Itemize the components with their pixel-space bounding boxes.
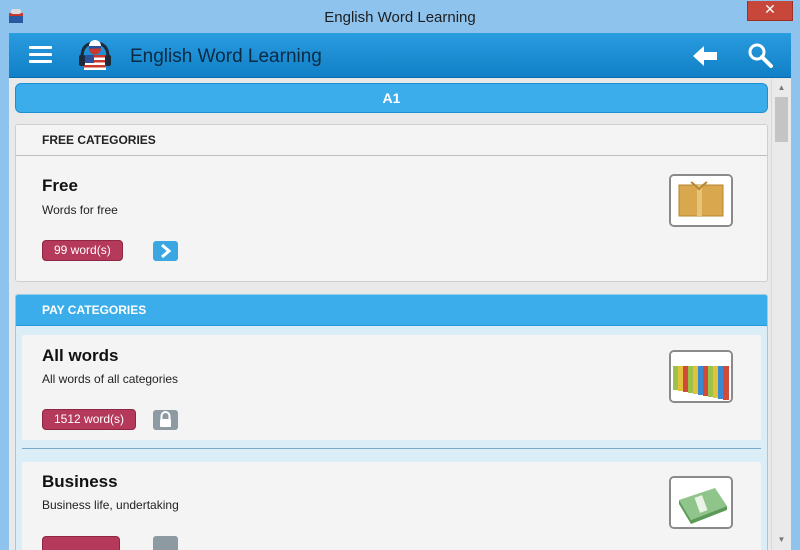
word-count-badge: 1512 word(s) (42, 409, 137, 430)
books-icon (669, 350, 733, 403)
window-close-button[interactable]: ✕ (747, 1, 793, 21)
scroll-down-arrow-icon[interactable]: ▼ (772, 534, 791, 546)
app-title: English Word Learning (130, 46, 322, 67)
scroll-up-arrow-icon[interactable]: ▲ (772, 82, 791, 94)
category-card-business[interactable]: Business Business life, undertaking (22, 462, 761, 550)
scrollbar-thumb[interactable] (775, 97, 788, 142)
category-name: Free (42, 176, 78, 195)
pay-categories-section: PAY CATEGORIES All words All words of al… (15, 294, 768, 550)
free-categories-section: FREE CATEGORIES Free Words for free 99 w… (15, 124, 768, 282)
window-title: English Word Learning (324, 9, 476, 26)
arrow-right-icon[interactable] (153, 241, 178, 261)
category-list: A1 FREE CATEGORIES Free Words for free 9… (9, 79, 769, 550)
gift-box-icon (669, 174, 733, 227)
app-bar: English Word Learning (9, 33, 791, 78)
vertical-scrollbar[interactable]: ▲ ▼ (771, 79, 791, 550)
word-count-badge (42, 536, 120, 550)
back-arrow-icon[interactable] (692, 44, 718, 68)
level-selector[interactable]: A1 (15, 83, 768, 113)
card-divider (22, 448, 761, 449)
category-name: Business (42, 472, 118, 491)
search-icon[interactable] (747, 42, 773, 68)
window-titlebar: English Word Learning ✕ (0, 0, 800, 33)
word-count-badge: 99 word(s) (42, 240, 123, 261)
padlock-icon[interactable] (153, 410, 178, 430)
section-header: FREE CATEGORIES (16, 125, 767, 156)
menu-icon[interactable] (29, 46, 52, 64)
category-description: Words for free (42, 203, 118, 217)
category-description: Business life, undertaking (42, 498, 179, 512)
app-window: English Word Learning A1 FREE CATEGORIES… (9, 33, 791, 550)
category-card-free[interactable]: Free Words for free 99 word(s) (22, 157, 761, 281)
section-header: PAY CATEGORIES (16, 295, 767, 326)
category-card-all-words[interactable]: All words All words of all categories 15… (22, 335, 761, 440)
app-logo (79, 40, 111, 70)
category-description: All words of all categories (42, 372, 179, 386)
category-name: All words (42, 346, 119, 365)
padlock-icon[interactable] (153, 536, 178, 550)
money-stack-icon (669, 476, 733, 529)
